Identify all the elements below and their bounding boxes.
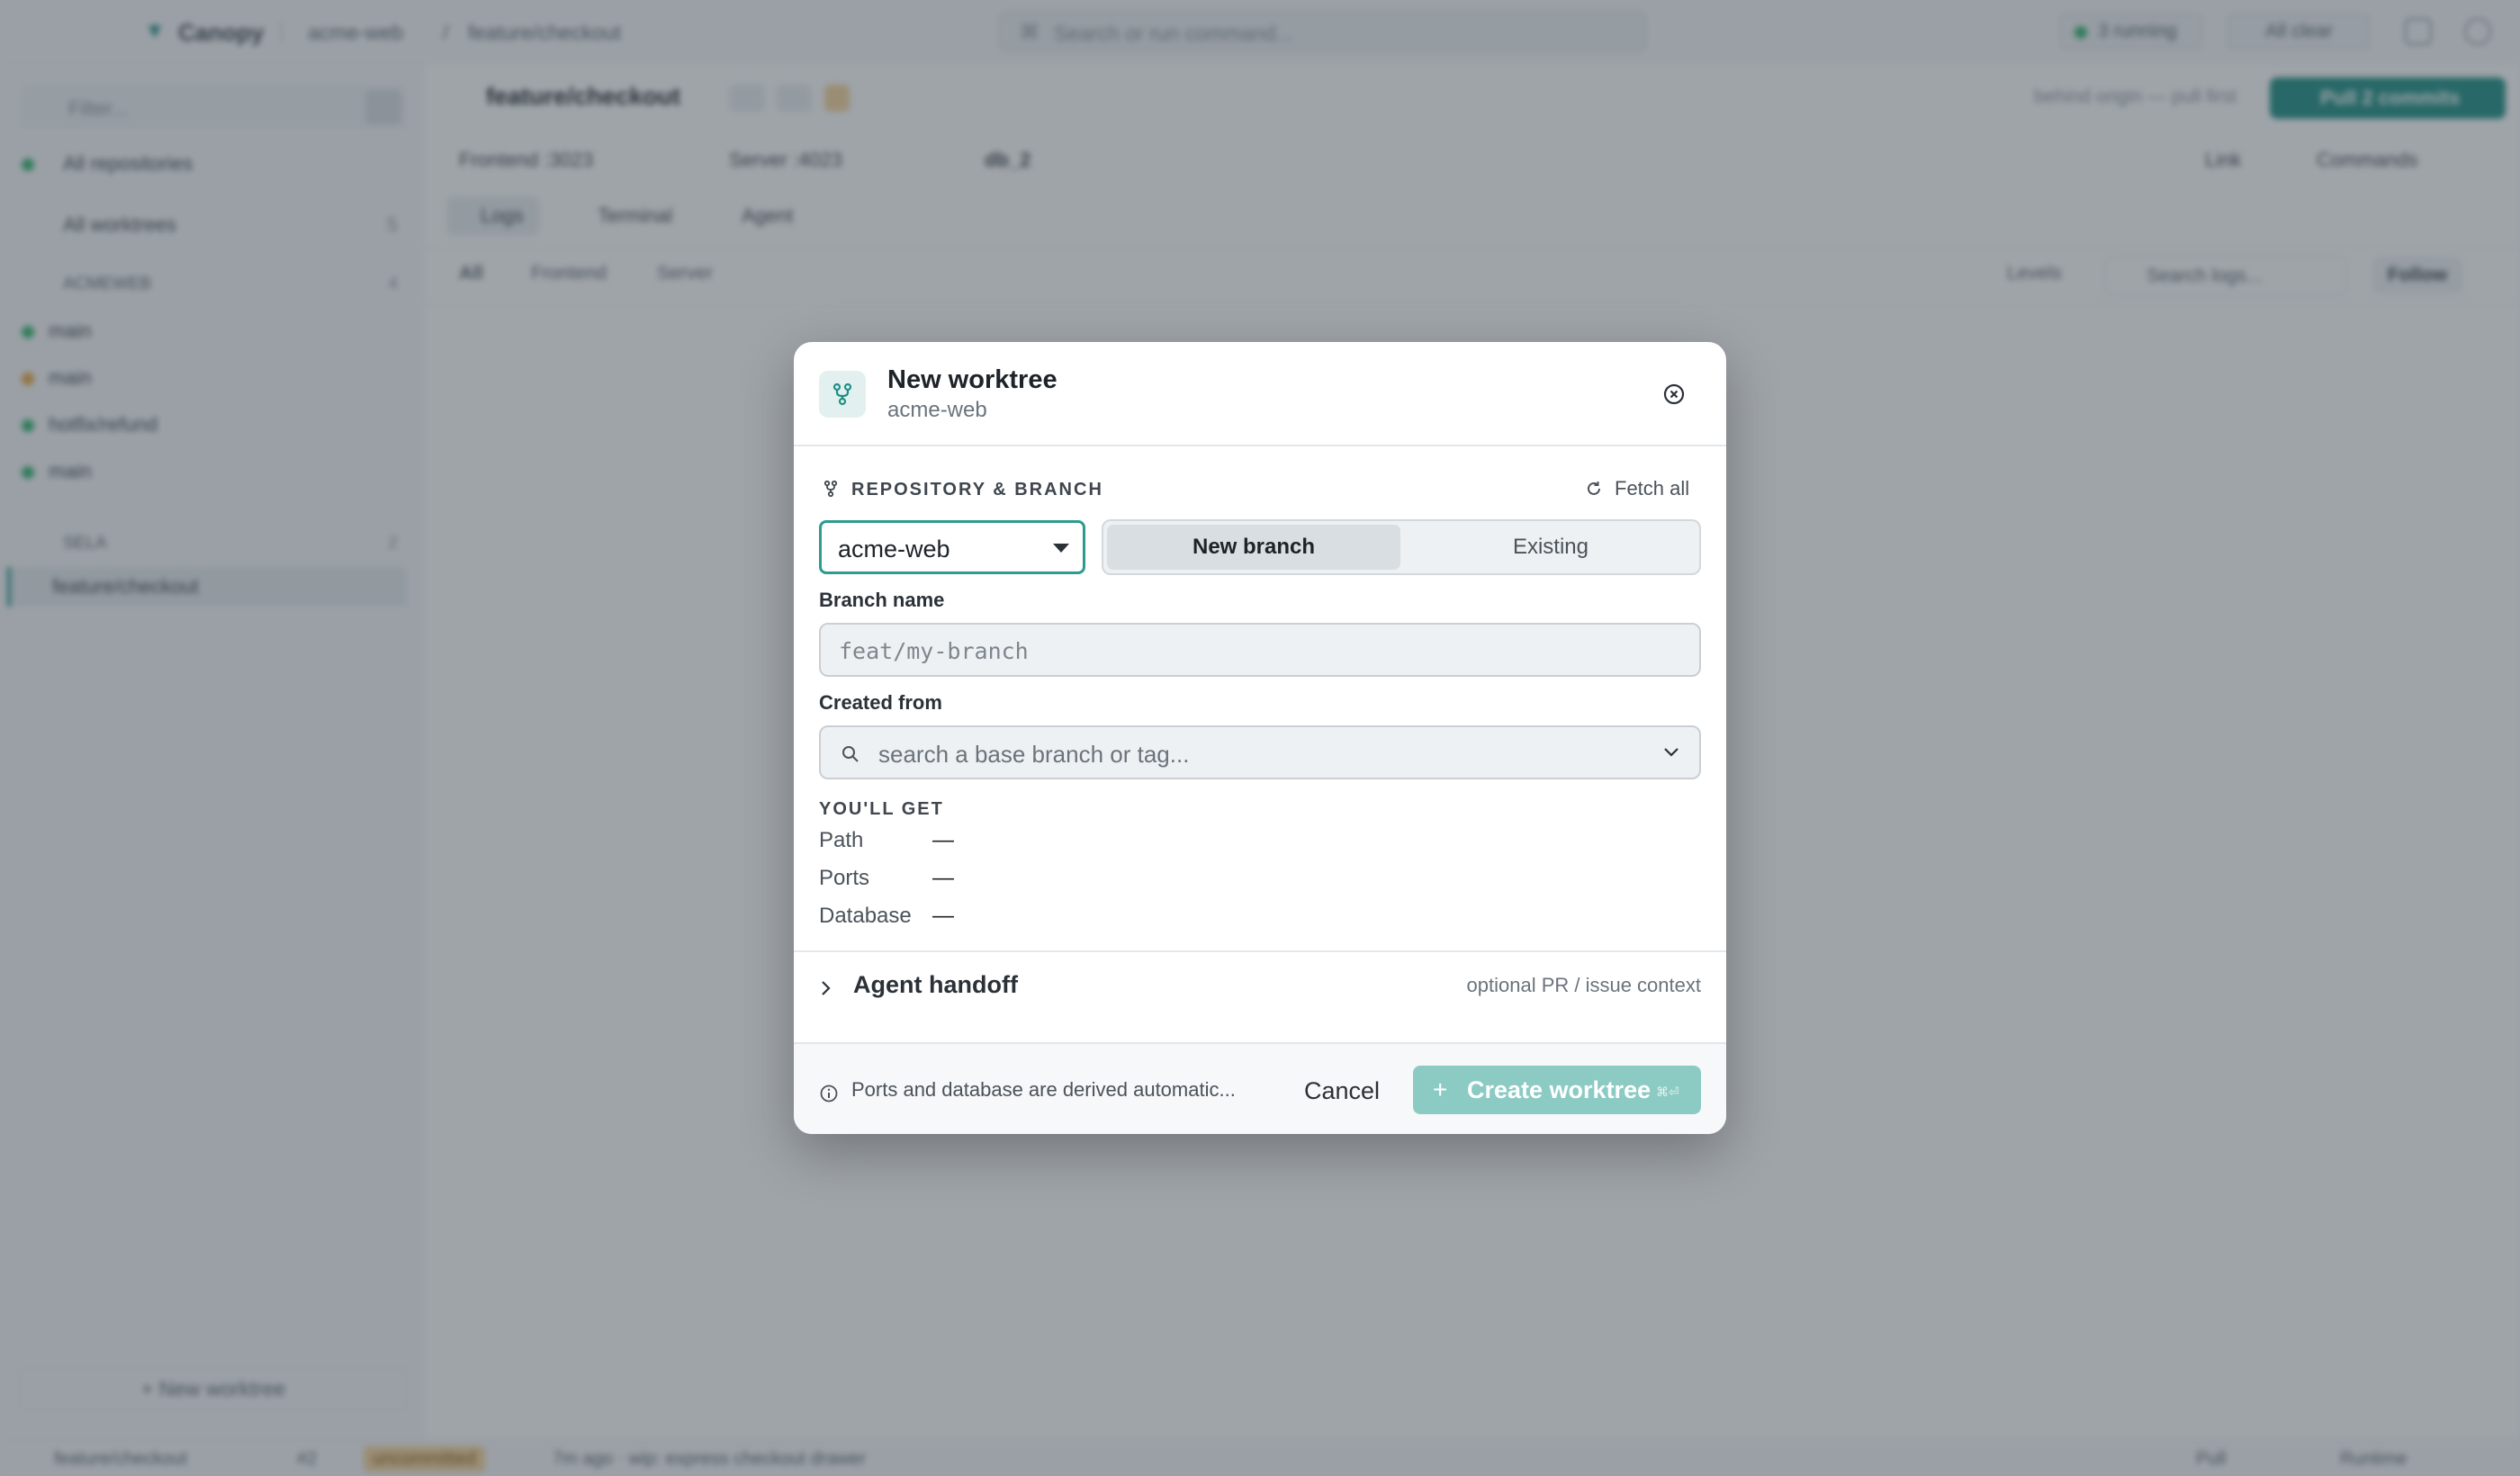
create-shortcut-hint: ⌘⏎ xyxy=(1656,1084,1679,1099)
git-branch-icon xyxy=(819,371,866,418)
youll-get-label: YOU'LL GET xyxy=(819,799,944,819)
branch-name-input[interactable]: feat/my-branch xyxy=(819,623,1701,677)
branch-mode-toggle: New branch Existing xyxy=(1102,519,1701,575)
agent-handoff-hint: optional PR / issue context xyxy=(1466,974,1701,996)
youll-get-value: — xyxy=(932,828,954,852)
repository-select-value: acme-web xyxy=(838,536,950,562)
fetch-all-label: Fetch all xyxy=(1615,477,1690,500)
youll-get-ports: Ports — xyxy=(819,866,954,895)
youll-get-key: Database xyxy=(819,904,912,928)
refresh-icon xyxy=(1588,482,1600,495)
repository-select[interactable]: acme-web xyxy=(819,520,1085,574)
plus-icon: + xyxy=(1433,1076,1448,1103)
dialog-footer: Ports and database are derived automatic… xyxy=(794,1042,1726,1134)
chevron-down-icon xyxy=(1664,748,1678,757)
cancel-button[interactable]: Cancel xyxy=(1287,1067,1397,1114)
branch-name-label: Branch name xyxy=(819,589,945,611)
create-worktree-button[interactable]: + Create worktree ⌘⏎ xyxy=(1413,1066,1701,1114)
branch-name-placeholder: feat/my-branch xyxy=(839,638,1029,664)
youll-get-path: Path — xyxy=(819,828,954,857)
dialog-title: New worktree xyxy=(887,365,1058,394)
created-from-placeholder: search a base branch or tag... xyxy=(878,741,1190,768)
dropdown-caret-icon xyxy=(1053,544,1069,553)
created-from-label: Created from xyxy=(819,691,942,714)
dialog-header: New worktree acme-web xyxy=(794,342,1726,446)
youll-get-database: Database — xyxy=(819,904,954,932)
youll-get-value: — xyxy=(932,866,954,890)
dialog-subtitle: acme-web xyxy=(887,398,987,422)
new-branch-option[interactable]: New branch xyxy=(1107,525,1400,570)
create-worktree-label: Create worktree xyxy=(1467,1076,1652,1103)
info-icon xyxy=(820,1084,838,1102)
agent-handoff-toggle[interactable]: Agent handoff xyxy=(853,971,1018,999)
section-label-repository-branch: REPOSITORY & BRANCH xyxy=(851,480,1103,500)
divider xyxy=(794,950,1726,954)
search-icon xyxy=(842,746,859,762)
existing-branch-option[interactable]: Existing xyxy=(1404,525,1697,570)
youll-get-key: Path xyxy=(819,828,864,852)
footer-info-text: Ports and database are derived automatic… xyxy=(851,1078,1236,1101)
new-worktree-dialog: New worktree acme-web REPOSITORY & BRANC… xyxy=(794,342,1726,1134)
youll-get-key: Ports xyxy=(819,866,870,890)
fetch-all-button[interactable]: Fetch all xyxy=(1582,475,1689,502)
close-icon[interactable] xyxy=(1661,382,1687,407)
chevron-right-icon[interactable] xyxy=(819,977,833,1004)
branch-icon xyxy=(821,479,841,499)
youll-get-value: — xyxy=(932,904,954,928)
created-from-combobox[interactable]: search a base branch or tag... xyxy=(819,725,1701,779)
